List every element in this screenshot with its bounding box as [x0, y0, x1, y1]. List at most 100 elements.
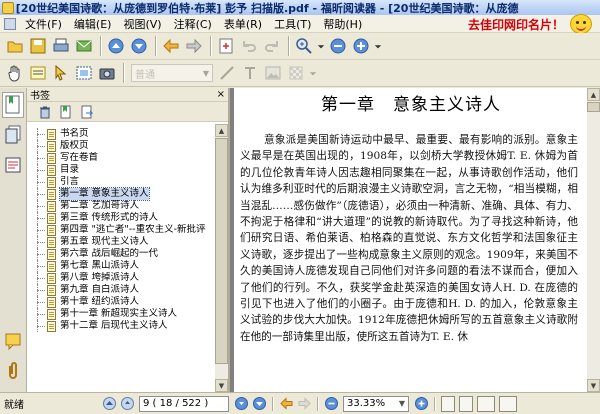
- redo-button[interactable]: [261, 35, 283, 57]
- ad-banner[interactable]: 去佳印网印名片！: [468, 14, 592, 34]
- bookmark-item[interactable]: 第五章 现代主义诗人: [27, 236, 215, 248]
- snapshot-button[interactable]: [73, 62, 95, 84]
- select-text-button[interactable]: [27, 62, 49, 84]
- bookmark-item[interactable]: 第二章 艺加哥诗人: [27, 200, 215, 212]
- add-dropdown[interactable]: [373, 35, 383, 57]
- zoom-level-field[interactable]: 33.33% ▼: [343, 395, 409, 412]
- shape-tool-button[interactable]: [216, 62, 238, 84]
- bookmarks-panel-title: 书签: [30, 91, 50, 102]
- single-page-view-button[interactable]: [441, 395, 455, 412]
- first-page-button[interactable]: [101, 396, 117, 412]
- bookmark-item[interactable]: 第一章 意象主义诗人: [27, 187, 215, 201]
- bookmark-item[interactable]: 书名页: [27, 128, 215, 140]
- bookmark-item[interactable]: 第十二章 后现代主义诗人: [27, 320, 215, 332]
- previous-page-button[interactable]: [105, 35, 127, 57]
- facing-view-button[interactable]: [477, 395, 495, 412]
- status-zoom-out-button[interactable]: [323, 396, 339, 412]
- status-separator: [272, 396, 273, 411]
- bookmark-item[interactable]: 第六章 战后崛起的一代: [27, 248, 215, 260]
- bookmark-item[interactable]: 第十章 纽约派诗人: [27, 296, 215, 308]
- bookmark-page-icon: [47, 200, 56, 212]
- status-zoom-in-button[interactable]: [413, 396, 429, 412]
- email-button[interactable]: [73, 35, 95, 57]
- scroll-down-icon[interactable]: ▼: [587, 379, 600, 392]
- bookmark-item[interactable]: 第十一章 新超现实主义诗人: [27, 308, 215, 320]
- zoom-out-button[interactable]: [327, 35, 349, 57]
- close-icon[interactable]: ×: [217, 89, 225, 100]
- bookmark-item[interactable]: 版权页: [27, 140, 215, 152]
- select-button[interactable]: [50, 62, 72, 84]
- next-page-button[interactable]: [128, 35, 150, 57]
- continuous-view-button[interactable]: [459, 395, 473, 412]
- pattern-tool-button[interactable]: [285, 62, 307, 84]
- menu-form[interactable]: 表单(R): [218, 16, 268, 32]
- zoom-in-button[interactable]: [293, 35, 315, 57]
- zoom-dropdown[interactable]: [316, 35, 326, 57]
- bookmark-item[interactable]: 写在卷首: [27, 152, 215, 164]
- style-select[interactable]: 普通 ▼: [131, 64, 213, 82]
- chevron-down-icon: [317, 45, 325, 49]
- bookmark-item[interactable]: 目录: [27, 164, 215, 176]
- pdf-page[interactable]: 第一章 意象主义诗人 意象派是美国新诗运动中最早、最重要、最有影响的派别。意象主…: [234, 88, 588, 392]
- layers-tab[interactable]: [2, 152, 24, 178]
- bookmark-item[interactable]: 第三章 传统形式的诗人: [27, 212, 215, 224]
- last-page-button[interactable]: [251, 396, 267, 412]
- add-bookmark-button[interactable]: [56, 103, 76, 121]
- bookmark-icon: [5, 95, 20, 114]
- back-button[interactable]: [160, 35, 182, 57]
- image-tool-button[interactable]: [262, 62, 284, 84]
- delete-bookmark-button[interactable]: [35, 103, 55, 121]
- continuous-facing-view-button[interactable]: [499, 395, 517, 412]
- tree-connector: [37, 194, 45, 195]
- bookmark-scrollbar[interactable]: ▲ ▼: [215, 124, 228, 392]
- camera-button[interactable]: [96, 62, 118, 84]
- menu-comment[interactable]: 注释(C): [168, 16, 218, 32]
- page-number-field[interactable]: 9 ( 18 / 522 ): [139, 395, 229, 412]
- status-forward-button[interactable]: [296, 396, 312, 412]
- comments-tab[interactable]: [2, 328, 24, 354]
- bookmark-item[interactable]: 引言: [27, 176, 215, 188]
- ad-text[interactable]: 去佳印网印名片！: [468, 16, 564, 33]
- bookmark-item[interactable]: 第八章 垮掉派诗人: [27, 272, 215, 284]
- bookmark-item[interactable]: 第四章 "逃亡者"--重农主义-新批评: [27, 224, 215, 236]
- add-button[interactable]: [350, 35, 372, 57]
- scroll-down-icon[interactable]: ▼: [215, 379, 228, 392]
- bookmarks-tab[interactable]: [2, 92, 24, 118]
- document-menu-icon[interactable]: [4, 17, 16, 30]
- hand-tool-button[interactable]: [4, 62, 26, 84]
- previous-page-status-button[interactable]: [119, 396, 135, 412]
- bookmark-item[interactable]: 第九章 自白派诗人: [27, 284, 215, 296]
- menu-tools[interactable]: 工具(T): [268, 16, 317, 32]
- bookmark-item[interactable]: 第七章 黑山派诗人: [27, 260, 215, 272]
- document-scrollbar[interactable]: ▲ ▼: [587, 88, 600, 392]
- save-button[interactable]: [27, 35, 49, 57]
- scroll-thumb[interactable]: [587, 102, 600, 112]
- chevron-down-icon: [309, 72, 317, 76]
- move-bookmark-button[interactable]: [77, 103, 97, 121]
- undo-button[interactable]: [238, 35, 260, 57]
- scroll-up-icon[interactable]: ▲: [587, 88, 600, 101]
- bookmark-page-icon: [47, 176, 56, 188]
- document-view[interactable]: 第一章 意象主义诗人 意象派是美国新诗运动中最早、最重要、最有影响的派别。意象主…: [230, 88, 600, 392]
- print-button[interactable]: [50, 35, 72, 57]
- status-back-button[interactable]: [278, 396, 294, 412]
- scroll-up-icon[interactable]: ▲: [215, 124, 228, 137]
- pages-tab[interactable]: [2, 122, 24, 148]
- app-icon: [2, 1, 14, 14]
- text-tool-button[interactable]: [239, 62, 261, 84]
- menu-file[interactable]: 文件(F): [19, 16, 68, 32]
- menu-edit[interactable]: 编辑(E): [68, 16, 118, 32]
- attachments-tab[interactable]: [2, 358, 24, 384]
- forward-button[interactable]: [183, 35, 205, 57]
- toolbar-separator: [155, 36, 156, 56]
- status-separator: [434, 396, 435, 411]
- menu-help[interactable]: 帮助(H): [317, 16, 368, 32]
- pattern-dropdown[interactable]: [308, 62, 318, 84]
- scroll-thumb[interactable]: [215, 138, 228, 364]
- rotate-button[interactable]: [215, 35, 237, 57]
- open-button[interactable]: [4, 35, 26, 57]
- chevron-down-icon[interactable]: ▼: [399, 399, 405, 408]
- menu-view[interactable]: 视图(V): [117, 16, 167, 32]
- next-page-status-button[interactable]: [233, 396, 249, 412]
- bookmark-label: 第一章 意象主义诗人: [59, 187, 150, 201]
